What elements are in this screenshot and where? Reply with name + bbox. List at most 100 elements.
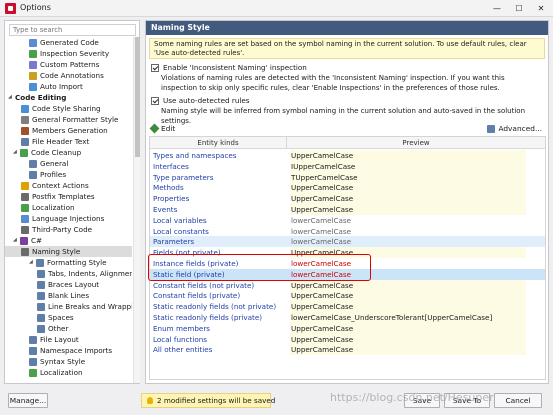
- entity-kind-link[interactable]: Local variables: [153, 215, 207, 226]
- entity-kind-link[interactable]: Constant fields (private): [153, 290, 240, 301]
- table-row[interactable]: Enum members UpperCamelCase: [150, 322, 545, 334]
- tree-item-label: File Header Text: [32, 137, 90, 146]
- search-box[interactable]: [9, 24, 136, 36]
- tree-item[interactable]: Other: [37, 323, 68, 334]
- expand-arrow-icon[interactable]: ◢: [29, 257, 36, 268]
- tree-item[interactable]: Members Generation: [21, 125, 108, 136]
- tree-item[interactable]: Namespace Imports: [29, 345, 112, 356]
- column-header-entity-kinds[interactable]: Entity kinds: [150, 137, 286, 149]
- tree-item[interactable]: Profiles: [29, 169, 66, 180]
- tree-item[interactable]: Code Annotations: [29, 70, 104, 81]
- tree-item[interactable]: Syntax Style: [29, 356, 85, 367]
- tree-item-label: Code Annotations: [40, 71, 104, 80]
- table-row[interactable]: Properties UpperCamelCase: [150, 193, 545, 205]
- tree-item[interactable]: General Formatter Style: [21, 114, 118, 125]
- entity-kind-link[interactable]: Static readonly fields (private): [153, 312, 262, 323]
- enable-inspection-label: Enable 'Inconsistent Naming' inspection: [163, 63, 307, 72]
- close-icon[interactable]: ✕: [530, 0, 552, 17]
- tree-item[interactable]: Blank Lines: [37, 290, 89, 301]
- cancel-button[interactable]: Cancel: [494, 393, 542, 408]
- tree-item[interactable]: File Layout: [29, 334, 79, 345]
- maximize-icon[interactable]: ☐: [508, 0, 530, 17]
- entity-kind-link[interactable]: Parameters: [153, 236, 194, 247]
- table-row[interactable]: Events UpperCamelCase: [150, 204, 545, 215]
- tree-item-label: General Formatter Style: [32, 115, 119, 124]
- edit-button[interactable]: Edit: [149, 123, 176, 134]
- table-row[interactable]: All other entities UpperCamelCase: [150, 344, 545, 356]
- edit-label: Edit: [161, 124, 176, 133]
- entity-kind-link[interactable]: Local functions: [153, 334, 207, 345]
- table-row[interactable]: Interfaces IUpperCamelCase: [150, 160, 545, 172]
- tree-item-label: Custom Patterns: [40, 60, 100, 69]
- checkbox-icon[interactable]: [151, 97, 159, 105]
- table-row[interactable]: Parameters lowerCamelCase: [150, 236, 545, 248]
- scrollbar-thumb[interactable]: [135, 37, 140, 157]
- tree-item[interactable]: General: [29, 158, 68, 169]
- entity-kind-link[interactable]: All other entities: [153, 344, 212, 355]
- tree-item[interactable]: Context Actions: [21, 180, 89, 191]
- tree-item[interactable]: Code Style Sharing: [21, 103, 101, 114]
- tree-item-label: Code Editing: [15, 93, 67, 102]
- tree-item[interactable]: Line Breaks and Wrapping: [37, 301, 132, 312]
- tree-item[interactable]: ◢ Formatting Style: [29, 257, 107, 268]
- expand-arrow-icon[interactable]: ◢: [13, 235, 20, 246]
- tree-item-icon: [37, 269, 45, 278]
- entity-kind-link[interactable]: Static readonly fields (not private): [153, 301, 276, 312]
- entity-kind-link[interactable]: Interfaces: [153, 161, 189, 172]
- tree-item[interactable]: Spaces: [37, 312, 74, 323]
- search-input[interactable]: [10, 25, 135, 35]
- tree-item[interactable]: Third-Party Code: [21, 224, 92, 235]
- tree-item[interactable]: Naming Style: [5, 246, 132, 257]
- manage-button[interactable]: Manage...: [8, 393, 48, 408]
- table-row[interactable]: Constant fields (not private) UpperCamelC…: [150, 279, 545, 291]
- tree-item[interactable]: Auto Import: [29, 81, 83, 92]
- table-row[interactable]: Types and namespaces UpperCamelCase: [150, 150, 545, 161]
- tree-item-icon: [29, 60, 37, 69]
- table-row[interactable]: Methods UpperCamelCase: [150, 182, 545, 194]
- tree-item[interactable]: Generated Code: [29, 37, 99, 48]
- tree-item[interactable]: Postfix Templates: [21, 191, 95, 202]
- modified-settings-text: 2 modified settings will be saved: [157, 396, 276, 405]
- table-row[interactable]: Static readonly fields (not private) Uppe…: [150, 301, 545, 313]
- entity-kind-link[interactable]: Enum members: [153, 323, 210, 334]
- tree-item[interactable]: File Header Text: [21, 136, 89, 147]
- tree-item[interactable]: ◢ Code Cleanup: [13, 147, 81, 158]
- expand-arrow-icon[interactable]: ◢: [8, 92, 15, 103]
- tree-scrollbar[interactable]: [133, 37, 140, 383]
- expand-arrow-icon[interactable]: ◢: [13, 147, 20, 158]
- checkbox-icon[interactable]: [151, 64, 159, 72]
- table-row[interactable]: Local variables lowerCamelCase: [150, 215, 545, 226]
- column-header-preview[interactable]: Preview: [287, 137, 545, 149]
- tree-item[interactable]: Tabs, Indents, Alignment: [37, 268, 132, 279]
- tree-item[interactable]: Localization: [29, 367, 83, 378]
- entity-kind-link[interactable]: Local constants: [153, 226, 209, 237]
- table-row[interactable]: Static readonly fields (private) lowerCam…: [150, 312, 545, 323]
- section-header: Naming Style: [146, 21, 548, 35]
- enable-inspection-checkbox[interactable]: Enable 'Inconsistent Naming' inspection: [151, 63, 307, 73]
- modified-settings-notice: 2 modified settings will be saved: [141, 393, 275, 408]
- preview-cell: UpperCamelCase: [290, 150, 526, 161]
- tree-item[interactable]: ◢ Code Editing: [8, 92, 66, 103]
- table-row[interactable]: Local functions UpperCamelCase: [150, 333, 545, 345]
- entity-kind-link[interactable]: Methods: [153, 182, 184, 193]
- minimize-icon[interactable]: —: [486, 0, 508, 17]
- tree-item[interactable]: Inspection Severity: [29, 48, 109, 59]
- tree-item[interactable]: Localization: [21, 202, 75, 213]
- entity-kind-link[interactable]: Constant fields (not private): [153, 280, 254, 291]
- tree-item[interactable]: Braces Layout: [37, 279, 99, 290]
- auto-detected-checkbox[interactable]: Use auto-detected rules: [151, 96, 250, 106]
- tree-item-label: Other: [48, 324, 69, 333]
- table-row[interactable]: Constant fields (private) UpperCamelCase: [150, 290, 545, 302]
- tree-item[interactable]: Language Injections: [21, 213, 104, 224]
- tree-item[interactable]: Custom Patterns: [29, 59, 99, 70]
- table-row[interactable]: Type parameters TUpperCamelCase: [150, 171, 545, 183]
- entity-kind-link[interactable]: Properties: [153, 193, 189, 204]
- entity-kind-link[interactable]: Types and namespaces: [153, 150, 237, 161]
- tree-item[interactable]: ◢ C#: [13, 235, 42, 246]
- table-row[interactable]: Local constants lowerCamelCase: [150, 226, 545, 237]
- preview-cell: UpperCamelCase: [290, 333, 526, 345]
- entity-kind-link[interactable]: Events: [153, 204, 177, 215]
- lightbulb-icon: [147, 397, 153, 404]
- advanced-button[interactable]: Advanced...: [487, 123, 542, 134]
- entity-kind-link[interactable]: Type parameters: [153, 172, 213, 183]
